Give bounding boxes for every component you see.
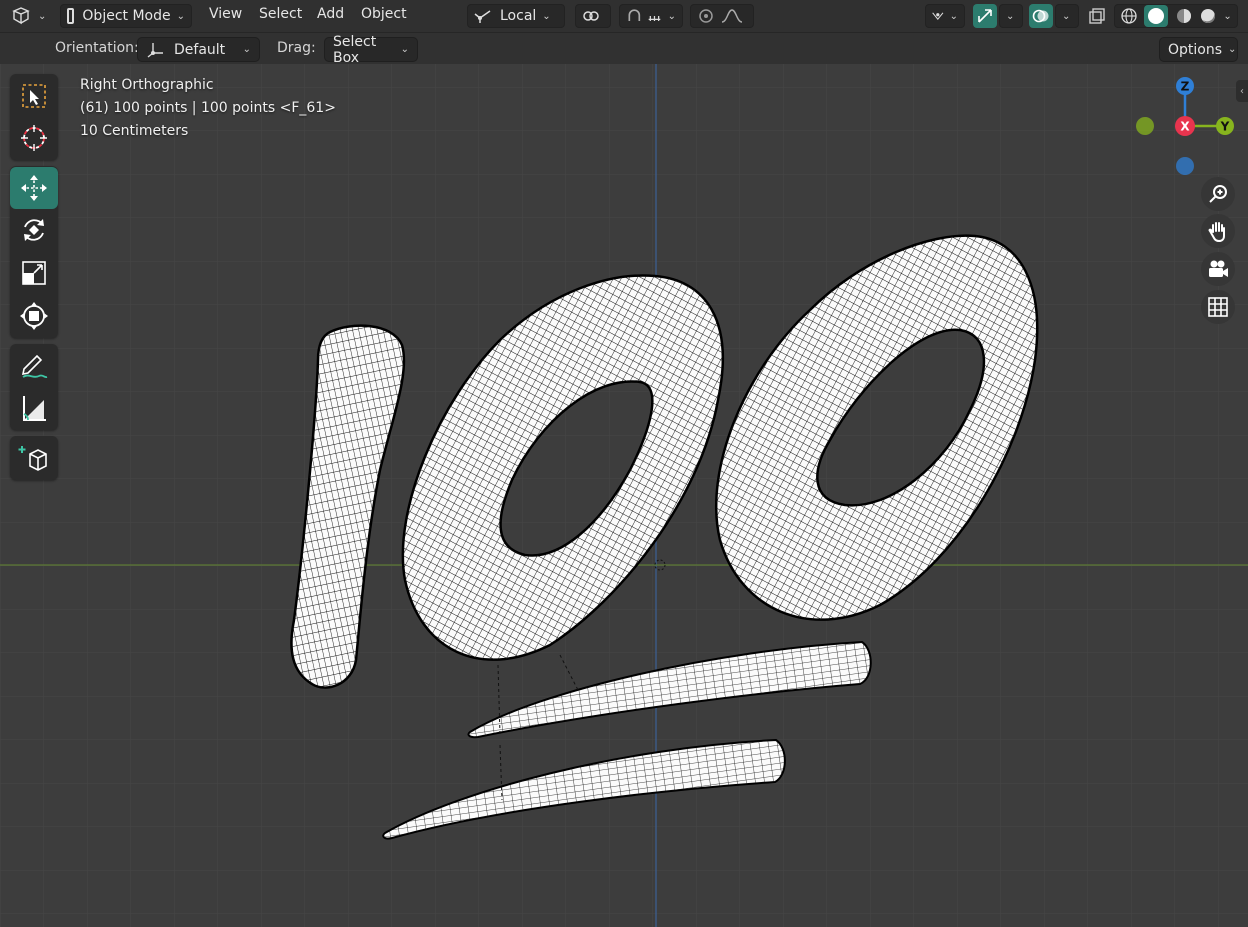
orientation-dropdown[interactable]: Default ⌄ — [137, 37, 260, 62]
orientation-axes-icon — [147, 42, 163, 58]
overlays-icon — [1032, 9, 1049, 23]
viewport-header: ⌄ Object Mode ⌄ View Select Add Object L… — [0, 0, 1248, 33]
hand-pan-icon — [1208, 222, 1225, 242]
visibility-icon — [932, 12, 944, 21]
camera-view-button[interactable] — [1201, 252, 1235, 286]
tool-transform[interactable] — [10, 295, 58, 337]
overlays-toggle[interactable] — [1029, 4, 1053, 28]
drag-label: Drag: — [277, 40, 316, 56]
axis-neg-y-handle[interactable] — [1136, 117, 1154, 135]
chevron-down-icon: ⌄ — [542, 10, 551, 22]
axis-x-label: X — [1180, 120, 1190, 134]
select-box-icon — [22, 84, 46, 108]
gizmo-dropdown[interactable]: ⌄ — [999, 4, 1023, 28]
axis-y-label: Y — [1220, 120, 1230, 134]
snap-increment-icon — [648, 16, 660, 21]
drag-value: Select Box — [333, 33, 377, 66]
gizmo-arrows-icon — [978, 9, 992, 23]
ortho-toggle-button[interactable] — [1201, 290, 1235, 324]
chevron-down-icon: ⌄ — [242, 44, 251, 55]
chevron-down-icon: ⌄ — [667, 10, 676, 22]
measure-ruler-icon — [23, 396, 46, 421]
zoom-icon — [1209, 185, 1227, 203]
xray-icon — [1089, 8, 1105, 24]
toolbar-select-group — [10, 74, 58, 160]
chevron-down-icon[interactable]: ⌄ — [1223, 11, 1231, 22]
navigation-gizmo[interactable]: Z Y X — [1126, 74, 1246, 184]
options-dropdown[interactable]: Options ⌄ — [1159, 37, 1238, 62]
grid-scale-text: 10 Centimeters — [80, 123, 189, 139]
snapping-group[interactable]: ⌄ — [619, 4, 683, 28]
xray-toggle[interactable] — [1086, 4, 1108, 28]
chevron-down-icon: ⌄ — [1006, 10, 1015, 22]
options-label: Options — [1168, 41, 1223, 58]
sidebar-toggle[interactable]: ‹ — [1236, 80, 1248, 102]
tool-measure[interactable] — [10, 387, 58, 429]
chevron-down-icon: ⌄ — [1062, 10, 1071, 22]
object-mode-icon — [67, 8, 75, 24]
solid-shading-icon[interactable] — [1144, 5, 1169, 27]
orientation-label: Local — [500, 8, 537, 24]
viewport-canvas[interactable] — [0, 64, 1248, 927]
toolbar-transform-group — [10, 166, 58, 338]
rendered-shading-icon[interactable] — [1199, 7, 1217, 25]
menu-view[interactable]: View — [209, 6, 242, 26]
rotate-icon — [24, 219, 44, 241]
editor-type-button[interactable]: ⌄ — [10, 4, 50, 28]
menu-object[interactable]: Object — [361, 6, 407, 26]
pan-button[interactable] — [1201, 214, 1235, 248]
add-cube-icon — [18, 446, 47, 471]
toolbar-annotate-group — [10, 344, 58, 430]
gizmo-toggle[interactable] — [973, 4, 997, 28]
menu-add[interactable]: Add — [317, 6, 344, 26]
menu-select[interactable]: Select — [259, 6, 302, 26]
orientation-value: Default — [174, 41, 226, 58]
chevron-down-icon: ⌄ — [1228, 44, 1237, 55]
tool-add-cube[interactable] — [10, 437, 58, 479]
scale-icon — [22, 261, 46, 285]
pivot-point-dropdown[interactable] — [575, 4, 611, 28]
wireframe-shading-icon[interactable] — [1120, 7, 1138, 25]
chevron-down-icon: ⌄ — [176, 10, 185, 22]
orientation-icon — [474, 10, 491, 23]
tool-move[interactable] — [10, 167, 58, 209]
shading-mode-group: ⌄ — [1114, 4, 1238, 28]
chevron-left-icon: ‹ — [1240, 85, 1244, 97]
overlays-dropdown[interactable]: ⌄ — [1055, 4, 1079, 28]
transform-icon — [20, 302, 48, 330]
toolbar-add-group — [10, 436, 58, 480]
camera-icon — [1209, 260, 1228, 277]
tool-select-box[interactable] — [10, 75, 58, 117]
3d-cursor-icon — [21, 125, 47, 151]
mode-label: Object Mode — [82, 8, 171, 24]
falloff-curve-icon — [721, 9, 743, 23]
zoom-button[interactable] — [1201, 177, 1235, 211]
tool-rotate[interactable] — [10, 209, 58, 251]
chevron-down-icon: ⌄ — [400, 44, 409, 55]
annotate-pencil-icon — [21, 354, 48, 379]
orientation-label: Orientation: — [55, 40, 139, 56]
proportional-editing-group[interactable] — [690, 4, 754, 28]
drag-dropdown[interactable]: Select Box ⌄ — [324, 34, 418, 66]
mode-dropdown[interactable]: Object Mode ⌄ — [60, 4, 192, 28]
proportional-edit-icon — [699, 9, 713, 23]
transform-orientation-dropdown[interactable]: Local ⌄ — [467, 4, 565, 28]
pivot-icon — [583, 11, 599, 21]
material-preview-icon[interactable] — [1175, 7, 1193, 25]
chevron-down-icon: ⌄ — [38, 10, 47, 22]
grid-toggle-icon — [1208, 297, 1228, 317]
tool-cursor[interactable] — [10, 117, 58, 159]
object-info-text: (61) 100 points | 100 points <F_61> — [80, 100, 336, 116]
view-name-text: Right Orthographic — [80, 77, 214, 93]
tool-annotate[interactable] — [10, 345, 58, 387]
tool-scale[interactable] — [10, 252, 58, 294]
3d-viewport-icon — [12, 7, 30, 25]
chevron-down-icon: ⌄ — [949, 10, 958, 22]
visibility-dropdown[interactable]: ⌄ — [925, 4, 965, 28]
axis-neg-z-handle[interactable] — [1176, 157, 1194, 175]
magnet-icon — [628, 9, 641, 21]
axis-z-label: Z — [1181, 80, 1190, 94]
move-arrows-icon — [21, 175, 47, 201]
